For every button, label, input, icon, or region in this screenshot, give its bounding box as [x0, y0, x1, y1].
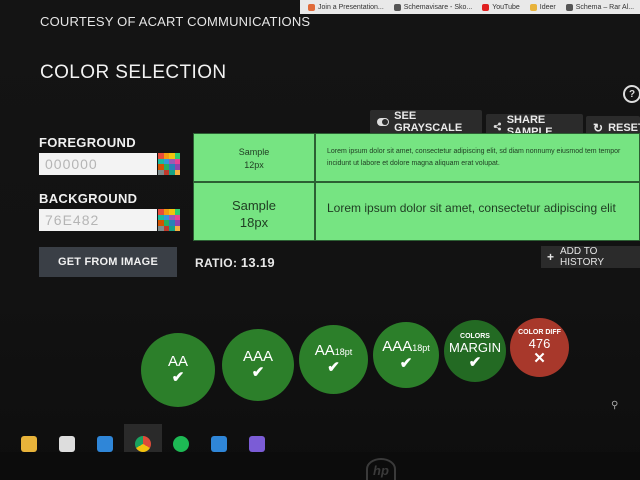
see-grayscale-label: SEE GRAYSCALE: [394, 110, 463, 134]
sample-small-text: Lorem ipsum dolor sit amet, consectetur …: [315, 133, 640, 182]
github-icon: [249, 436, 265, 452]
result-aa-18pt: AA18pt ✔: [299, 325, 368, 394]
hp-logo: hp: [366, 458, 396, 480]
screen: Join a Presentation... Schemavisare - Sk…: [0, 0, 640, 480]
sample-large-size: 18px: [239, 215, 269, 230]
result-aaa: AAA ✔: [222, 329, 294, 401]
bookmark-label: Ideer: [539, 3, 556, 11]
check-icon: ✔: [327, 359, 340, 376]
bookmark-label: YouTube: [492, 3, 520, 11]
bookmark-label: Schemavisare - Sko...: [403, 3, 473, 11]
mail-icon: [97, 436, 113, 452]
background-label: BACKGROUND: [39, 191, 138, 206]
monitor-bezel: [0, 452, 640, 480]
result-aa: AA ✔: [141, 333, 215, 407]
background-color-picker-icon[interactable]: [158, 209, 180, 231]
check-icon: ✔: [171, 369, 185, 386]
sample-large-cell: Sample 18px: [193, 182, 315, 241]
sample-preview: Sample 12px Sample 18px Lorem ipsum dolo…: [193, 133, 640, 241]
toggle-icon: [377, 118, 390, 126]
share-icon: [493, 122, 501, 130]
spotify-icon: [173, 436, 189, 452]
bookmark-item[interactable]: Schema – Rar Al...: [565, 3, 635, 11]
bookmark-label: Join a Presentation...: [318, 3, 384, 11]
add-to-history-label: ADD TO HISTORY: [560, 246, 605, 268]
foreground-label: FOREGROUND: [39, 135, 136, 150]
result-aaa-18pt-label: AAA18pt: [382, 337, 430, 356]
cross-icon: ✕: [533, 350, 546, 367]
result-size: 18pt: [412, 342, 430, 353]
courtesy-text: COURTESY OF ACART COMMUNICATIONS: [40, 14, 311, 29]
bookmark-icon: [393, 3, 401, 11]
chrome-icon: [135, 436, 151, 452]
ratio-label: RATIO:: [195, 256, 238, 270]
plus-icon: +: [547, 250, 555, 264]
youtube-icon: [482, 3, 490, 11]
result-aaa-18pt: AAA18pt ✔: [373, 322, 439, 388]
check-icon: ✔: [251, 364, 265, 381]
sample-small-cell: Sample 12px: [193, 133, 315, 182]
result-color-diff: COLOR DIFF 476 ✕: [510, 318, 569, 377]
tray-icon[interactable]: ⚲: [611, 400, 618, 411]
bookmark-icon: [308, 3, 315, 11]
vscode-icon: [211, 436, 227, 452]
foreground-input[interactable]: [39, 153, 157, 175]
bookmark-item[interactable]: Schemavisare - Sko...: [393, 3, 473, 11]
see-grayscale-button[interactable]: SEE GRAYSCALE: [370, 110, 482, 134]
store-icon: [59, 436, 75, 452]
bookmark-item[interactable]: Ideer: [529, 3, 556, 11]
bookmark-label: Schema – Rar Al...: [575, 3, 635, 11]
bookmarks-bar: Join a Presentation... Schemavisare - Sk…: [300, 0, 640, 14]
result-size: 18pt: [334, 347, 353, 357]
result-colors-margin: COLORS MARGIN ✔: [444, 320, 506, 382]
result-aa-18pt-label: AA18pt: [315, 343, 353, 360]
folder-icon: [529, 3, 537, 11]
result-margin-label: MARGIN: [449, 339, 501, 355]
foreground-color-picker-icon[interactable]: [158, 153, 180, 175]
result-aa-label: AA: [167, 353, 188, 370]
help-icon[interactable]: ?: [623, 85, 640, 103]
background-input[interactable]: [39, 209, 157, 231]
check-icon: ✔: [399, 354, 413, 372]
bookmark-item[interactable]: Join a Presentation...: [308, 3, 384, 11]
bookmark-icon: [565, 3, 573, 11]
file-explorer-icon: [21, 436, 37, 452]
add-to-history-button[interactable]: + ADD TO HISTORY: [541, 246, 640, 268]
check-icon: ✔: [468, 353, 482, 371]
page-title: COLOR SELECTION: [40, 62, 227, 83]
ratio-value: 13.19: [240, 255, 275, 270]
sample-large-text: Lorem ipsum dolor sit amet, consectetur …: [315, 182, 640, 241]
bookmark-item[interactable]: YouTube: [482, 3, 520, 11]
result-level: AAA: [382, 337, 413, 355]
sample-small-title: Sample: [238, 147, 270, 157]
sample-small-size: 12px: [244, 160, 264, 170]
result-aaa-label: AAA: [242, 348, 273, 365]
get-from-image-button[interactable]: GET FROM IMAGE: [39, 247, 177, 277]
contrast-ratio: RATIO: 13.19: [195, 255, 275, 270]
sample-large-title: Sample: [231, 198, 277, 213]
result-color-diff-value: 476: [528, 336, 551, 351]
result-level: AA: [314, 342, 335, 359]
